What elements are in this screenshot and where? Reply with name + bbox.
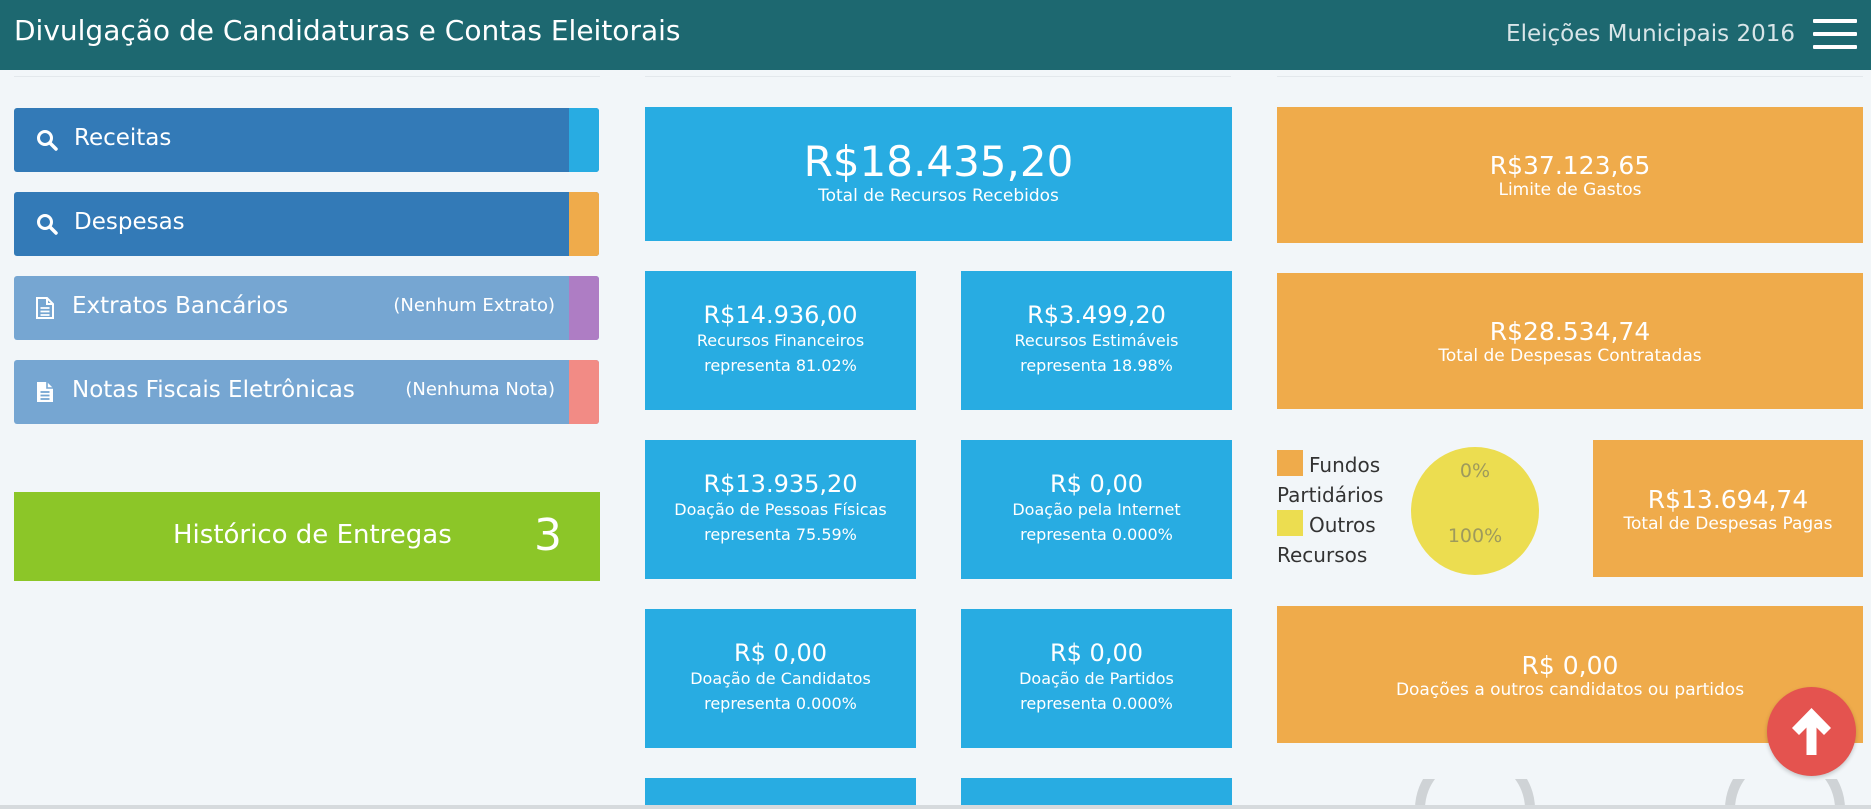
arrow-up-icon xyxy=(1792,708,1831,755)
notas-fiscais-strip xyxy=(569,360,599,424)
document-outline-icon xyxy=(36,297,54,319)
total-recursos-label: Total de Recursos Recebidos xyxy=(818,186,1059,206)
card-percent: representa 0.000% xyxy=(1020,694,1173,713)
legend-item-outros: Outros Recursos xyxy=(1277,510,1387,570)
notas-fiscais-button[interactable]: Notas Fiscais Eletrônicas (Nenhuma Nota) xyxy=(14,360,599,424)
doacao-partidos-card[interactable]: R$ 0,00 Doação de Partidos representa 0.… xyxy=(961,609,1232,748)
historico-entregas-button[interactable]: Histórico de Entregas 3 xyxy=(14,492,600,581)
legend-swatch xyxy=(1277,510,1303,536)
recursos-financeiros-card[interactable]: R$14.936,00 Recursos Financeiros represe… xyxy=(645,271,916,410)
page-bottom-border xyxy=(0,805,1871,809)
total-recursos-value: R$18.435,20 xyxy=(803,137,1074,186)
pie-legend: Fundos Partidários Outros Recursos xyxy=(1277,450,1387,570)
card-label: Doação de Partidos xyxy=(1019,669,1174,688)
doacao-candidatos-card[interactable]: R$ 0,00 Doação de Candidatos representa … xyxy=(645,609,916,748)
card-percent: representa 81.02% xyxy=(704,356,857,375)
card-value: R$13.935,20 xyxy=(703,470,858,498)
doacao-internet-card[interactable]: R$ 0,00 Doação pela Internet representa … xyxy=(961,440,1232,579)
limite-gastos-label: Limite de Gastos xyxy=(1498,180,1642,200)
card-percent: representa 75.59% xyxy=(704,525,857,544)
divider xyxy=(645,76,1231,77)
document-icon xyxy=(37,382,53,402)
card-value: R$ 0,00 xyxy=(733,639,827,667)
card-percent: representa 0.000% xyxy=(704,694,857,713)
card-label: Doação pela Internet xyxy=(1012,500,1181,519)
receitas-strip xyxy=(569,108,599,172)
card-label: Doação de Pessoas Físicas xyxy=(674,500,887,519)
scroll-to-top-button[interactable] xyxy=(1767,687,1856,776)
card-label: Recursos Financeiros xyxy=(696,331,865,350)
extratos-strip xyxy=(569,276,599,340)
divider xyxy=(14,76,600,77)
page-title: Divulgação de Candidaturas e Contas Elei… xyxy=(14,14,681,47)
extratos-label: Extratos Bancários xyxy=(72,293,289,319)
recursos-pie-chart: 0% 100% xyxy=(1411,447,1539,575)
extratos-bancarios-button[interactable]: Extratos Bancários (Nenhum Extrato) xyxy=(14,276,599,340)
hamburger-menu-icon[interactable] xyxy=(1813,19,1857,49)
notas-fiscais-label: Notas Fiscais Eletrônicas xyxy=(72,377,355,403)
despesas-strip xyxy=(569,192,599,256)
despesas-contratadas-value: R$28.534,74 xyxy=(1489,317,1651,346)
card-value: R$3.499,20 xyxy=(1027,301,1166,329)
card-value: R$14.936,00 xyxy=(703,301,858,329)
receitas-button[interactable]: Receitas xyxy=(14,108,599,172)
recursos-estimaveis-card[interactable]: R$3.499,20 Recursos Estimáveis represent… xyxy=(961,271,1232,410)
notas-fiscais-note: (Nenhuma Nota) xyxy=(405,379,555,400)
legend-swatch xyxy=(1277,450,1303,476)
card-percent: representa 0.000% xyxy=(1020,525,1173,544)
card-label: Recursos Estimáveis xyxy=(1014,331,1179,350)
card-value: R$ 0,00 xyxy=(1049,470,1143,498)
despesas-label: Despesas xyxy=(74,209,185,235)
despesas-pagas-value: R$13.694,74 xyxy=(1647,485,1809,514)
search-icon xyxy=(37,130,58,151)
limite-gastos-card[interactable]: R$37.123,65 Limite de Gastos xyxy=(1277,107,1863,243)
historico-count: 3 xyxy=(534,510,562,561)
top-bar: Divulgação de Candidaturas e Contas Elei… xyxy=(0,0,1871,70)
receitas-label: Receitas xyxy=(74,125,172,151)
divider xyxy=(1277,76,1863,77)
despesas-button[interactable]: Despesas xyxy=(14,192,599,256)
despesas-pagas-label: Total de Despesas Pagas xyxy=(1623,514,1833,534)
extratos-note: (Nenhum Extrato) xyxy=(393,295,555,316)
legend-item-fundos: Fundos Partidários xyxy=(1277,450,1387,510)
card-percent: representa 18.98% xyxy=(1020,356,1173,375)
despesas-contratadas-card[interactable]: R$28.534,74 Total de Despesas Contratada… xyxy=(1277,273,1863,409)
doacoes-outros-value: R$ 0,00 xyxy=(1521,651,1619,680)
historico-label: Histórico de Entregas xyxy=(173,520,452,550)
pie-label-fundos: 0% xyxy=(1460,460,1490,482)
pie-label-outros: 100% xyxy=(1448,525,1502,547)
card-label: Doação de Candidatos xyxy=(690,669,871,688)
limite-gastos-value: R$37.123,65 xyxy=(1489,151,1651,180)
card-value: R$ 0,00 xyxy=(1049,639,1143,667)
election-label: Eleições Municipais 2016 xyxy=(1506,21,1795,47)
despesas-contratadas-label: Total de Despesas Contratadas xyxy=(1438,346,1702,366)
search-icon xyxy=(37,214,58,235)
despesas-pagas-card[interactable]: R$13.694,74 Total de Despesas Pagas xyxy=(1593,440,1863,577)
doacao-pessoas-fisicas-card[interactable]: R$13.935,20 Doação de Pessoas Físicas re… xyxy=(645,440,916,579)
total-recursos-card[interactable]: R$18.435,20 Total de Recursos Recebidos xyxy=(645,107,1232,241)
